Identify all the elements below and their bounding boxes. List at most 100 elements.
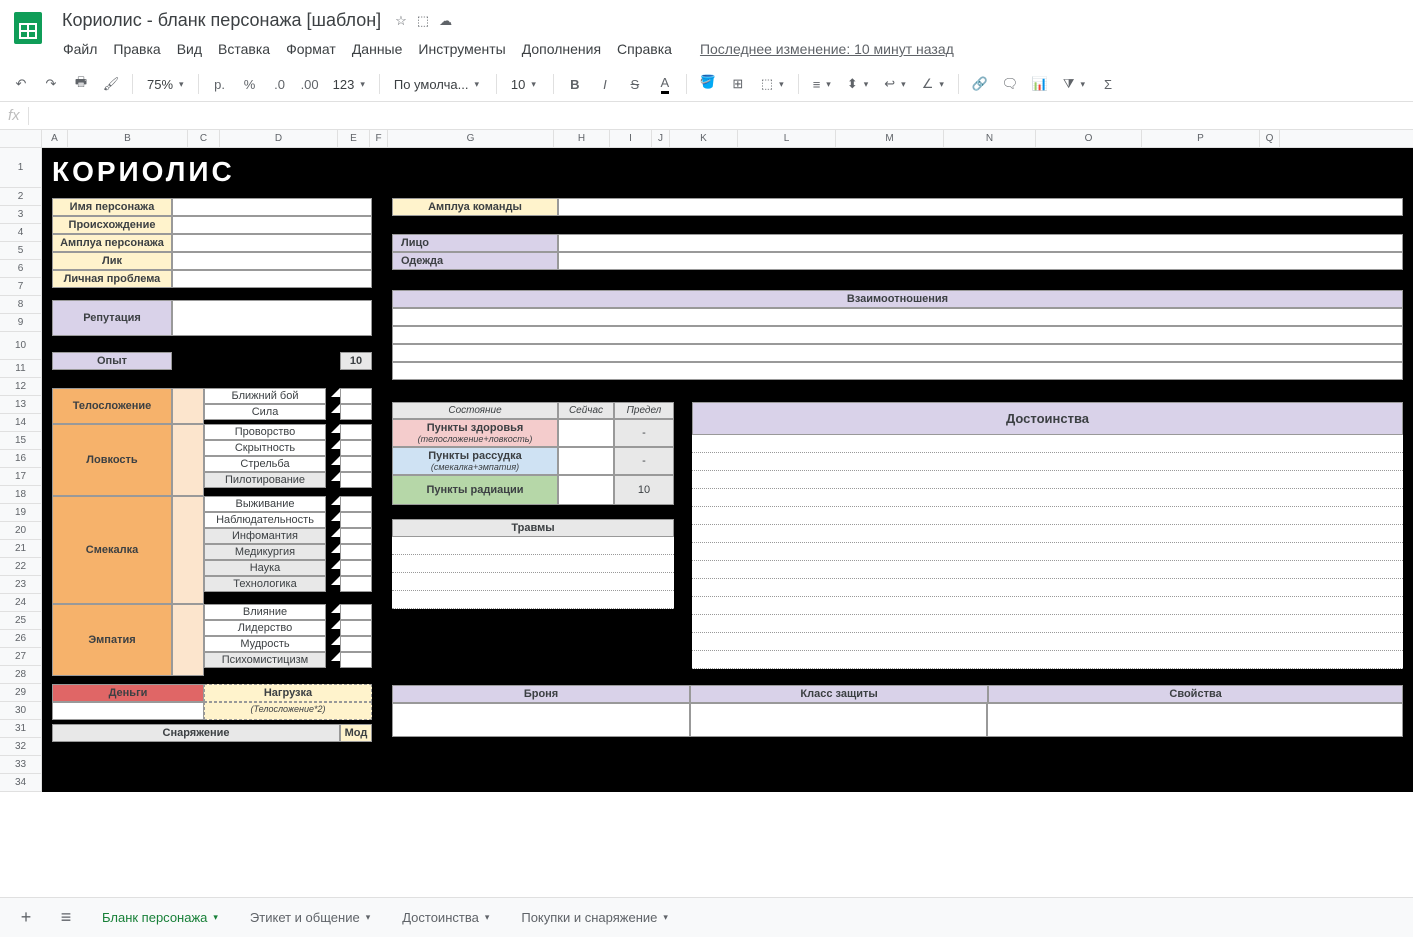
menu-tools[interactable]: Инструменты xyxy=(411,37,512,61)
skill-value[interactable] xyxy=(340,404,372,420)
menu-edit[interactable]: Правка xyxy=(106,37,167,61)
row-header[interactable]: 13 xyxy=(0,396,42,414)
skill-value[interactable] xyxy=(340,560,372,576)
menu-format[interactable]: Формат xyxy=(279,37,343,61)
merit-row[interactable] xyxy=(692,561,1403,579)
skill-value[interactable] xyxy=(340,528,372,544)
merit-row[interactable] xyxy=(692,615,1403,633)
row-header[interactable]: 25 xyxy=(0,612,42,630)
column-header[interactable]: D xyxy=(220,130,338,147)
skill-value[interactable] xyxy=(340,652,372,668)
column-header[interactable]: J xyxy=(652,130,670,147)
row-header[interactable]: 12 xyxy=(0,378,42,396)
italic-button[interactable]: I xyxy=(592,71,618,97)
merit-row[interactable] xyxy=(692,651,1403,669)
column-header[interactable]: F xyxy=(370,130,388,147)
char-name-input[interactable] xyxy=(172,198,372,216)
column-header[interactable] xyxy=(0,130,42,147)
font-size-select[interactable]: 10 xyxy=(505,77,545,92)
row-header[interactable]: 17 xyxy=(0,468,42,486)
row-header[interactable]: 31 xyxy=(0,720,42,738)
row-header[interactable]: 32 xyxy=(0,738,42,756)
relation-row[interactable] xyxy=(392,326,1403,344)
column-header[interactable]: N xyxy=(944,130,1036,147)
trauma-row[interactable] xyxy=(392,537,674,555)
merit-row[interactable] xyxy=(692,453,1403,471)
skill-value[interactable] xyxy=(340,440,372,456)
currency-button[interactable]: р. xyxy=(207,71,233,97)
skill-value[interactable] xyxy=(340,512,372,528)
merit-row[interactable] xyxy=(692,579,1403,597)
column-header[interactable]: O xyxy=(1036,130,1142,147)
relation-row[interactable] xyxy=(392,344,1403,362)
skill-value[interactable] xyxy=(340,604,372,620)
merit-row[interactable] xyxy=(692,507,1403,525)
bold-button[interactable]: B xyxy=(562,71,588,97)
merit-row[interactable] xyxy=(692,489,1403,507)
merge-button[interactable]: ⬚ xyxy=(755,71,790,97)
row-header[interactable]: 33 xyxy=(0,756,42,774)
spreadsheet-grid[interactable]: ABCDEFGHIJKLMNOPQ 1234567891011121314151… xyxy=(0,130,1413,892)
undo-button[interactable]: ↶ xyxy=(8,71,34,97)
row-header[interactable]: 4 xyxy=(0,224,42,242)
column-header[interactable]: H xyxy=(554,130,610,147)
comment-button[interactable]: 🗨 xyxy=(997,71,1023,97)
all-sheets-button[interactable]: ≡ xyxy=(48,900,84,936)
skill-value[interactable] xyxy=(340,456,372,472)
menu-file[interactable]: Файл xyxy=(56,37,104,61)
mp-current[interactable] xyxy=(558,447,614,475)
row-header[interactable]: 24 xyxy=(0,594,42,612)
column-header[interactable]: C xyxy=(188,130,220,147)
row-header[interactable]: 23 xyxy=(0,576,42,594)
skill-value[interactable] xyxy=(340,636,372,652)
menu-insert[interactable]: Вставка xyxy=(211,37,277,61)
rad-current[interactable] xyxy=(558,475,614,505)
row-header[interactable]: 8 xyxy=(0,296,42,314)
decrease-decimal-button[interactable]: .0 xyxy=(267,71,293,97)
row-header[interactable]: 6 xyxy=(0,260,42,278)
row-header[interactable]: 5 xyxy=(0,242,42,260)
money-input[interactable] xyxy=(52,702,204,720)
percent-button[interactable]: % xyxy=(237,71,263,97)
tab-etiquette[interactable]: Этикет и общение xyxy=(236,902,384,933)
doc-title[interactable]: Кориолис - бланк персонажа [шаблон] xyxy=(56,8,387,33)
column-header[interactable]: A xyxy=(42,130,68,147)
column-header[interactable]: L xyxy=(738,130,836,147)
column-header[interactable]: P xyxy=(1142,130,1260,147)
redo-button[interactable]: ↷ xyxy=(38,71,64,97)
borders-button[interactable]: ⊞ xyxy=(725,71,751,97)
row-header[interactable]: 30 xyxy=(0,702,42,720)
row-header[interactable]: 26 xyxy=(0,630,42,648)
merit-row[interactable] xyxy=(692,471,1403,489)
row-header[interactable]: 11 xyxy=(0,360,42,378)
move-icon[interactable]: ⬚ xyxy=(417,13,429,29)
row-header[interactable]: 19 xyxy=(0,504,42,522)
row-header[interactable]: 34 xyxy=(0,774,42,792)
face-input[interactable] xyxy=(172,252,372,270)
number-format-select[interactable]: 123 xyxy=(327,77,371,92)
row-header[interactable]: 2 xyxy=(0,188,42,206)
skill-value[interactable] xyxy=(340,620,372,636)
hp-current[interactable] xyxy=(558,419,614,447)
clothes-input[interactable] xyxy=(558,252,1403,270)
tab-character[interactable]: Бланк персонажа xyxy=(88,902,232,933)
row-header[interactable]: 29 xyxy=(0,684,42,702)
column-header[interactable]: B xyxy=(68,130,188,147)
armor-props-input[interactable] xyxy=(987,703,1403,737)
row-header[interactable]: 22 xyxy=(0,558,42,576)
menu-addons[interactable]: Дополнения xyxy=(515,37,608,61)
tab-merits[interactable]: Достоинства xyxy=(388,902,503,933)
tab-shopping[interactable]: Покупки и снаряжение xyxy=(507,902,682,933)
row-header[interactable]: 14 xyxy=(0,414,42,432)
attribute-value[interactable] xyxy=(172,424,204,496)
print-button[interactable]: 🖶 xyxy=(68,71,94,97)
column-header[interactable]: E xyxy=(338,130,370,147)
text-color-button[interactable]: A xyxy=(652,71,678,97)
row-header[interactable]: 27 xyxy=(0,648,42,666)
skill-value[interactable] xyxy=(340,576,372,592)
row-header[interactable]: 10 xyxy=(0,332,42,360)
skill-value[interactable] xyxy=(340,388,372,404)
menu-help[interactable]: Справка xyxy=(610,37,679,61)
filter-button[interactable]: ⧩ xyxy=(1057,71,1091,97)
wrap-button[interactable]: ↩ xyxy=(878,71,911,97)
